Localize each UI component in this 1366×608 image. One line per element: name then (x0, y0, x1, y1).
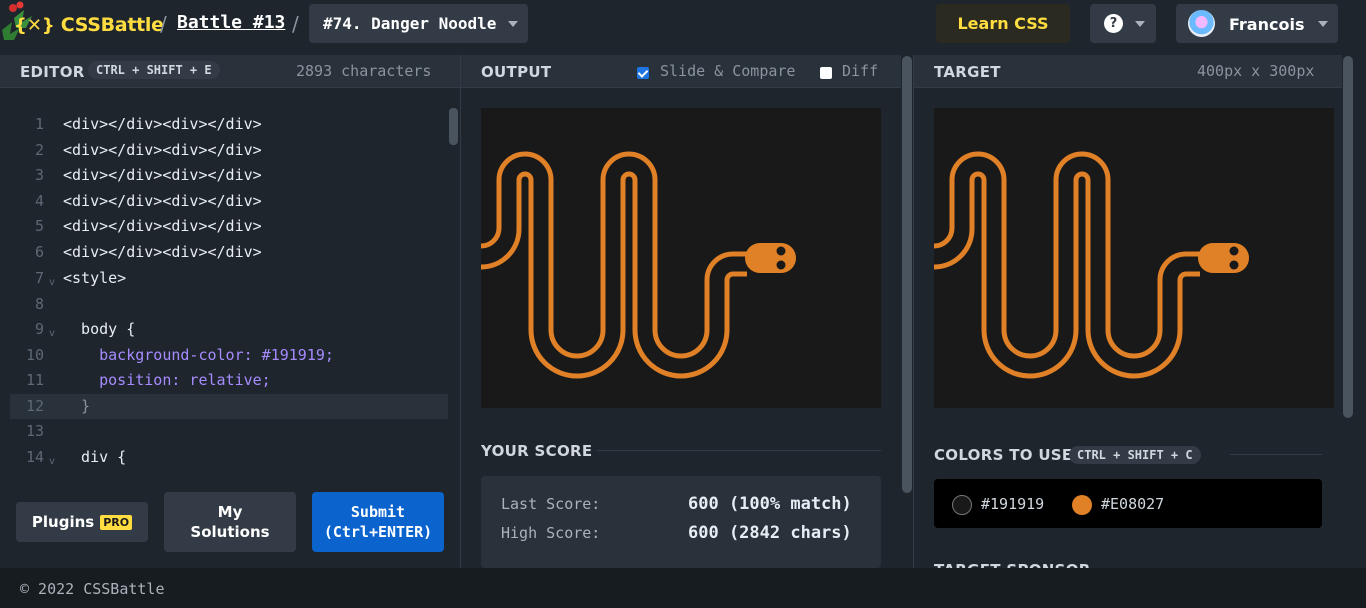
code-text: <div></div><div></div> (63, 141, 262, 159)
code-text: <style> (63, 269, 127, 287)
cssbattle-logo[interactable]: {✕} CSSBattle (14, 10, 164, 40)
colors-title: COLORS TO USE (934, 446, 1073, 464)
character-count: 2893 characters (296, 62, 432, 80)
code-text: body { (63, 320, 136, 338)
code-line: 2 <div></div><div></div> (10, 138, 448, 163)
target-select-label: #74. Danger Noodle (323, 14, 497, 33)
code-line-active: 12 } (10, 394, 448, 419)
submit-button[interactable]: Submit (Ctrl+ENTER) (312, 492, 444, 552)
target-canvas (933, 108, 1334, 408)
color-swatch[interactable] (1072, 495, 1092, 515)
slide-compare-checkbox[interactable] (637, 67, 649, 79)
colors-palette: #191919 #E08027 (934, 479, 1322, 528)
avatar (1188, 10, 1215, 37)
logo-mark-icon: {✕} (14, 14, 55, 36)
breadcrumb-separator: / (160, 12, 167, 36)
code-text: <div></div><div></div> (63, 192, 262, 210)
my-solutions-button[interactable]: My Solutions (164, 492, 296, 552)
output-header: OUTPUT Slide & Compare Diff (461, 55, 901, 88)
code-line: 5 <div></div><div></div> (10, 214, 448, 239)
code-text: div { (63, 448, 127, 466)
diff-label: Diff (842, 62, 879, 80)
editor-shortcut-badge: CTRL + SHIFT + E (88, 61, 220, 79)
chevron-down-icon (508, 21, 518, 27)
code-line: 10 background-color: #191919; (10, 343, 448, 368)
target-select-dropdown[interactable]: #74. Danger Noodle (309, 4, 528, 43)
target-size: 400px x 300px (1197, 62, 1315, 80)
slide-compare-label: Slide & Compare (660, 62, 796, 80)
submit-label-line: Submit (350, 503, 406, 521)
editor-title: EDITOR (20, 63, 85, 81)
color-swatch[interactable] (952, 495, 972, 515)
code-text: background-color: #191919; (63, 346, 334, 364)
user-menu-button[interactable]: Francois (1176, 4, 1338, 43)
color-hex-label[interactable]: #191919 (981, 495, 1044, 513)
high-score-value: 600 (2842 chars) (688, 523, 852, 543)
learn-css-button[interactable]: Learn CSS (936, 4, 1070, 43)
high-score-label: High Score: (501, 524, 601, 542)
output-canvas[interactable] (480, 108, 881, 408)
code-line: 4 <div></div><div></div> (10, 189, 448, 214)
breadcrumb-separator: / (292, 12, 299, 36)
code-text: <div></div><div></div> (63, 217, 262, 235)
code-text: <div></div><div></div> (63, 166, 262, 184)
code-line: 14 v div { (10, 445, 448, 470)
code-line: 8 (34, 295, 44, 313)
code-line: 9v body { (10, 317, 448, 342)
code-line: 6 <div></div><div></div> (10, 240, 448, 265)
last-score-label: Last Score: (501, 495, 601, 513)
chevron-down-icon (1135, 21, 1145, 27)
code-line: 1 <div></div><div></div> (10, 112, 448, 137)
output-title: OUTPUT (481, 63, 552, 81)
solutions-label-line: My (217, 503, 243, 521)
diff-checkbox[interactable] (820, 67, 832, 79)
panel-divider[interactable] (913, 55, 914, 568)
code-text: <div></div><div></div> (63, 243, 262, 261)
divider (1230, 454, 1322, 455)
copyright-text: © 2022 CSSBattle (20, 580, 165, 598)
code-text: position: relative; (63, 371, 271, 389)
colors-shortcut-badge: CTRL + SHIFT + C (1069, 446, 1201, 464)
color-hex-label[interactable]: #E08027 (1101, 495, 1164, 513)
plugins-button[interactable]: Plugins PRO (16, 502, 148, 542)
divider (597, 450, 881, 451)
help-menu-button[interactable]: ? (1090, 4, 1156, 43)
solutions-label-line: Solutions (190, 523, 270, 541)
chevron-down-icon (1318, 21, 1328, 27)
battle-link[interactable]: Battle #13 (177, 12, 285, 33)
logo-text: CSSBattle (60, 14, 164, 36)
code-line: 11 position: relative; (10, 368, 448, 393)
snake-target-icon (933, 151, 1249, 379)
middle-scrollbar[interactable] (902, 56, 912, 493)
panel-divider[interactable] (460, 55, 461, 568)
score-panel: Last Score: 600 (100% match) High Score:… (481, 476, 881, 568)
snake-drawing-icon (480, 151, 796, 379)
target-title: TARGET (934, 63, 1001, 81)
target-header: TARGET 400px x 300px (914, 55, 1342, 88)
code-line: 3 <div></div><div></div> (10, 163, 448, 188)
code-text: } (63, 397, 91, 415)
top-bar: {✕} CSSBattle / Battle #13 / #74. Danger… (0, 0, 1366, 55)
code-editor[interactable]: 1 <div></div><div></div> 2 <div></div><div… (0, 88, 460, 480)
help-icon: ? (1104, 14, 1123, 33)
user-name: Francois (1229, 15, 1305, 34)
code-line: 7 v <style> (10, 266, 448, 291)
right-scrollbar[interactable] (1343, 56, 1353, 418)
editor-header: EDITOR CTRL + SHIFT + E 2893 characters (0, 55, 460, 88)
code-text: <div></div><div></div> (63, 115, 262, 133)
plugins-label: Plugins (31, 513, 95, 531)
footer: © 2022 CSSBattle (0, 568, 1366, 608)
editor-scrollbar[interactable] (449, 108, 458, 145)
last-score-value: 600 (100% match) (688, 494, 852, 514)
pro-badge: PRO (100, 514, 133, 530)
score-title: YOUR SCORE (481, 442, 593, 460)
fold-icon[interactable]: v (49, 449, 55, 474)
code-line: 13 (25, 422, 44, 440)
submit-label-line: (Ctrl+ENTER) (323, 523, 433, 541)
